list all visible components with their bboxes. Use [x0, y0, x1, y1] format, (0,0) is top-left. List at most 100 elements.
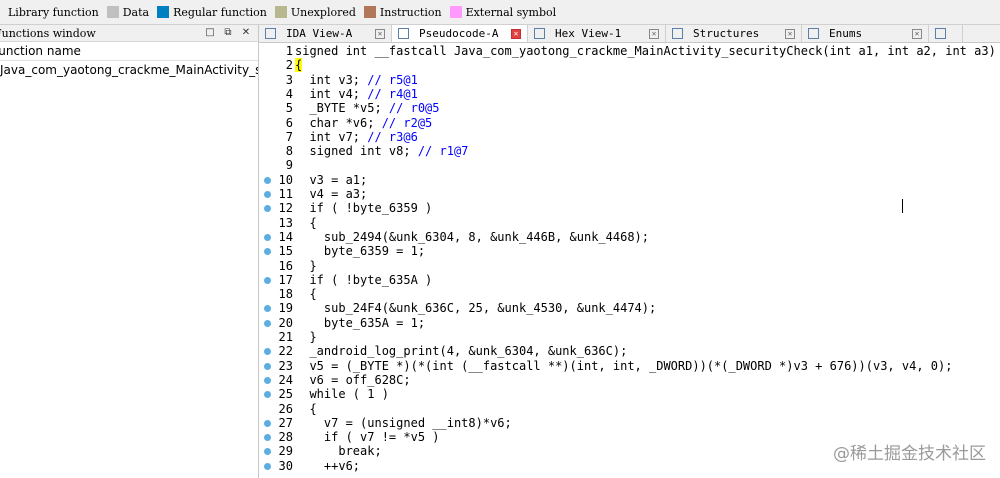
- code-line[interactable]: 19 sub_24F4(&unk_636C, 25, &unk_4530, &u…: [259, 301, 1000, 315]
- code-line[interactable]: 3 int v3; // r5@1: [259, 73, 1000, 87]
- close-icon[interactable]: ✕: [240, 26, 252, 39]
- code-line[interactable]: 22 _android_log_print(4, &unk_6304, &unk…: [259, 344, 1000, 358]
- function-name-column-header[interactable]: Function name: [0, 42, 258, 61]
- pseudocode-view[interactable]: @稀土掘金技术社区 1 signed int __fastcall Java_co…: [259, 43, 1000, 478]
- legend-swatch: [363, 6, 376, 18]
- code-line[interactable]: 24 v6 = off_628C;: [259, 373, 1000, 387]
- code-line[interactable]: 28 if ( v7 != *v5 ): [259, 430, 1000, 444]
- line-number: 5: [285, 101, 293, 116]
- code-text: signed int __fastcall Java_com_yaotong_c…: [295, 44, 996, 58]
- line-number: 25: [278, 387, 293, 402]
- tab-pseudocode-a[interactable]: Pseudocode-A ✕: [392, 25, 528, 42]
- functions-window-title: Functions window: [0, 26, 96, 40]
- code-text: int v3; // r5@1: [295, 72, 418, 87]
- code-text: byte_6359 = 1;: [295, 244, 426, 259]
- tab-close-icon[interactable]: ✕: [785, 28, 795, 39]
- line-number: 29: [278, 444, 293, 459]
- tab-label: Hex View-1: [555, 27, 622, 40]
- line-number: 13: [278, 215, 293, 230]
- code-line[interactable]: 16 }: [259, 259, 1000, 273]
- line-number: 16: [278, 258, 293, 273]
- view-tabbar: IDA View-A ✕ Pseudocode-A ✕ Hex View-1 ✕ Struc…: [259, 25, 1000, 43]
- line-number: 14: [278, 229, 293, 244]
- functions-window-titlebar: Functions window □ ⧉ ✕: [0, 25, 258, 42]
- code-line[interactable]: 8 signed int v8; // r1@7: [259, 144, 1000, 158]
- line-number: 28: [278, 430, 293, 445]
- function-row[interactable]: Java_com_yaotong_crackme_MainActivity_se…: [0, 61, 258, 79]
- line-number: 22: [278, 344, 293, 359]
- code-text: if ( !byte_635A ): [295, 272, 433, 287]
- tab-label: Enums: [829, 27, 863, 40]
- tab-ida-view-a[interactable]: IDA View-A ✕: [259, 25, 392, 42]
- legend-item: Regular function: [157, 6, 267, 19]
- code-line[interactable]: 21 }: [259, 330, 1000, 344]
- code-line[interactable]: 27 v7 = (unsigned __int8)*v6;: [259, 416, 1000, 430]
- legend-swatch: [106, 6, 119, 18]
- tab-overflow[interactable]: [929, 25, 963, 42]
- tab-enums[interactable]: Enums ✕: [802, 25, 929, 42]
- code-text: int v7; // r3@6: [295, 129, 418, 144]
- float-icon[interactable]: ⧉: [222, 26, 234, 39]
- legend-swatch: [157, 6, 170, 18]
- code-line[interactable]: 4 int v4; // r4@1: [259, 87, 1000, 101]
- tab-close-icon[interactable]: ✕: [511, 28, 521, 39]
- code-text: if ( v7 != *v5 ): [295, 430, 440, 445]
- line-number: 21: [278, 330, 293, 344]
- code-line[interactable]: 12 if ( !byte_6359 ): [259, 201, 1000, 215]
- legend-item: Library function: [8, 6, 99, 19]
- line-number: 7: [285, 129, 293, 144]
- code-line[interactable]: 17 if ( !byte_635A ): [259, 273, 1000, 287]
- tab-hex-view-1[interactable]: Hex View-1 ✕: [528, 25, 666, 42]
- line-number: 27: [278, 415, 293, 430]
- code-line[interactable]: 23 v5 = (_BYTE *)(*(int (__fastcall **)(…: [259, 359, 1000, 373]
- code-line[interactable]: 18 {: [259, 287, 1000, 301]
- legend-bar: Library function Data Regular function Unex…: [0, 0, 1000, 25]
- code-line[interactable]: 14 sub_2494(&unk_6304, 8, &unk_446B, &un…: [259, 230, 1000, 244]
- tab-close-icon[interactable]: ✕: [649, 28, 659, 39]
- line-number: 4: [285, 86, 293, 101]
- legend-label: Regular function: [173, 5, 267, 19]
- code-line[interactable]: 2{: [259, 58, 1000, 73]
- code-text: byte_635A = 1;: [295, 315, 426, 330]
- tab-close-icon[interactable]: ✕: [912, 28, 922, 39]
- code-text: v6 = off_628C;: [295, 372, 411, 387]
- tab-view-icon: [398, 28, 409, 39]
- code-text: v7 = (unsigned __int8)*v6;: [295, 415, 512, 430]
- code-line[interactable]: 13 {: [259, 216, 1000, 230]
- code-line[interactable]: 15 byte_6359 = 1;: [259, 244, 1000, 258]
- tab-view-icon: [935, 28, 946, 39]
- line-number: 1: [285, 44, 293, 58]
- code-text: {: [295, 287, 317, 302]
- line-number: 20: [278, 315, 293, 330]
- legend-swatch: [449, 6, 462, 18]
- code-line[interactable]: 9: [259, 158, 1000, 172]
- legend-item: Instruction: [363, 6, 442, 19]
- code-line[interactable]: 5 _BYTE *v5; // r0@5: [259, 101, 1000, 115]
- line-number: 30: [278, 458, 293, 473]
- code-text: sub_24F4(&unk_636C, 25, &unk_4530, &unk_…: [295, 301, 657, 316]
- code-line[interactable]: 20 byte_635A = 1;: [259, 316, 1000, 330]
- code-line[interactable]: 1 signed int __fastcall Java_com_yaotong_…: [259, 44, 1000, 58]
- line-number: 11: [278, 187, 293, 201]
- code-line[interactable]: 26 {: [259, 402, 1000, 416]
- line-number: 15: [278, 244, 293, 259]
- code-text: v5 = (_BYTE *)(*(int (__fastcall **)(int…: [295, 358, 953, 373]
- code-text: int v4; // r4@1: [295, 86, 418, 101]
- legend-item: Unexplored: [274, 6, 356, 19]
- code-line[interactable]: 11 v4 = a3;: [259, 187, 1000, 201]
- tab-view-icon: [672, 28, 683, 39]
- line-number: 8: [285, 144, 293, 159]
- code-text: {: [295, 58, 303, 73]
- code-line[interactable]: 30 ++v6;: [259, 459, 1000, 473]
- code-line[interactable]: 6 char *v6; // r2@5: [259, 116, 1000, 130]
- code-line[interactable]: 10 v3 = a1;: [259, 173, 1000, 187]
- code-line[interactable]: 25 while ( 1 ): [259, 387, 1000, 401]
- tab-structures[interactable]: Structures ✕: [666, 25, 802, 42]
- code-text: if ( !byte_6359 ): [295, 201, 433, 216]
- code-text: sub_2494(&unk_6304, 8, &unk_446B, &unk_4…: [295, 229, 650, 244]
- tab-close-icon[interactable]: ✕: [375, 28, 385, 39]
- code-line[interactable]: 29 break;: [259, 444, 1000, 458]
- restore-icon[interactable]: □: [204, 26, 216, 39]
- code-text: v4 = a3;: [295, 187, 368, 201]
- code-line[interactable]: 7 int v7; // r3@6: [259, 130, 1000, 144]
